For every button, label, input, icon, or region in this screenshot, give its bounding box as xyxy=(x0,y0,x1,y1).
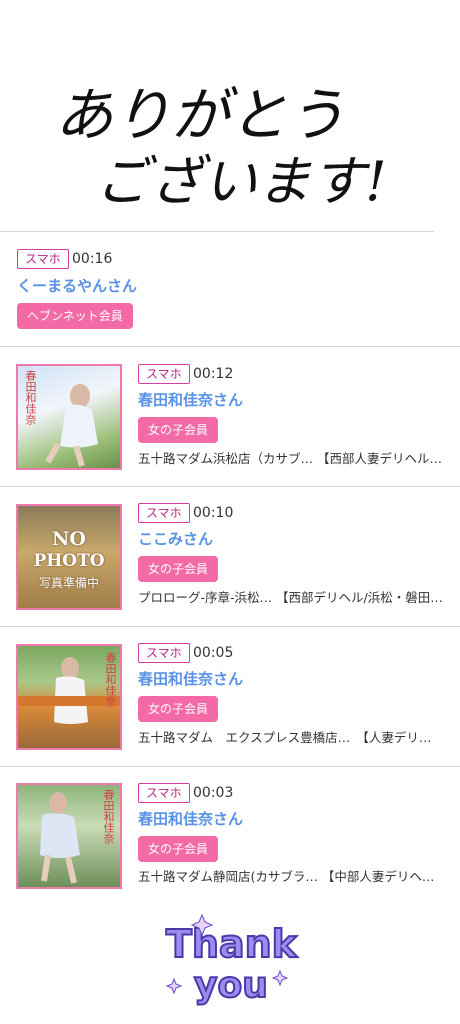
girl-thumbnail[interactable]: 春田和佳奈 xyxy=(16,364,122,470)
device-badge: スマホ xyxy=(138,643,190,663)
sparkle-icon xyxy=(165,977,183,995)
shop-name[interactable]: 五十路マダム浜松店（カサブ… 【西部人妻デリヘル… xyxy=(138,450,444,468)
shop-name[interactable]: 五十路マダム静岡店(カサブラ… 【中部人妻デリヘ… xyxy=(138,868,444,886)
banner-line-1: ありがとう xyxy=(55,81,345,149)
member-badge: 女の子会員 xyxy=(138,417,219,443)
timestamp: 00:03 xyxy=(193,785,234,801)
no-photo-line-3: 写真準備中 xyxy=(38,576,99,590)
visitor-name[interactable]: 春田和佳奈さん xyxy=(138,669,243,689)
timestamp: 00:10 xyxy=(193,505,234,521)
visitor-name[interactable]: くーまるやんさん xyxy=(17,276,137,296)
device-badge: スマホ xyxy=(138,503,190,523)
list-item[interactable]: スマホ 00:16 くーまるやんさん ヘブンネット会員 xyxy=(0,232,460,347)
timestamp: 00:05 xyxy=(193,645,234,661)
list-item[interactable]: 春田和佳奈 スマホ 00:12 春田和佳奈さん 女の子会員 五十路マダム浜松店（… xyxy=(0,347,460,487)
thumb-caption: 春田和佳奈 xyxy=(24,370,37,425)
member-badge: 女の子会員 xyxy=(138,696,219,722)
thumb-caption: 春田和佳奈 xyxy=(102,789,115,844)
girl-thumbnail[interactable]: 春田和佳奈 xyxy=(16,644,122,750)
list-item[interactable]: NO PHOTO 写真準備中 スマホ 00:10 ここみさん 女の子会員 プロロ… xyxy=(0,487,460,627)
device-badge: スマホ xyxy=(17,249,69,269)
thank-you-banner: ありがとう ございます! xyxy=(0,0,460,232)
timestamp: 00:16 xyxy=(72,251,113,267)
member-badge: 女の子会員 xyxy=(138,556,219,582)
visitor-name[interactable]: ここみさん xyxy=(138,529,213,549)
sparkle-icon xyxy=(271,969,289,987)
visitor-name[interactable]: 春田和佳奈さん xyxy=(138,809,243,829)
shop-name[interactable]: 五十路マダム エクスプレス豊橋店… 【人妻デリ… xyxy=(138,729,444,747)
visitor-name[interactable]: 春田和佳奈さん xyxy=(138,390,243,410)
list-item[interactable]: 春田和佳奈 スマホ 00:03 春田和佳奈さん 女の子会員 五十路マダム静岡店(… xyxy=(0,767,460,895)
member-badge: ヘブンネット会員 xyxy=(17,303,133,329)
you-text: you xyxy=(194,965,268,1006)
no-photo-line-2: PHOTO xyxy=(33,551,105,571)
no-photo-thumbnail[interactable]: NO PHOTO 写真準備中 xyxy=(16,504,122,610)
thank-you-graphic: Thank you xyxy=(165,913,299,1007)
thumb-caption: 春田和佳奈 xyxy=(104,652,117,707)
device-badge: スマホ xyxy=(138,364,190,384)
shop-name[interactable]: プロローグ-序章-浜松… 【西部デリヘル/浜松・磐田… xyxy=(138,589,444,607)
girl-thumbnail[interactable]: 春田和佳奈 xyxy=(16,783,122,889)
member-badge: 女の子会員 xyxy=(138,836,219,862)
timestamp: 00:12 xyxy=(193,366,234,382)
list-item[interactable]: 春田和佳奈 スマホ 00:05 春田和佳奈さん 女の子会員 五十路マダム エクス… xyxy=(0,627,460,767)
device-badge: スマホ xyxy=(138,783,190,803)
handwritten-title: ありがとう ございます! xyxy=(55,81,387,213)
thank-text: Thank xyxy=(166,922,298,966)
thank-you-sticker: Thank you xyxy=(0,895,460,1024)
no-photo-line-1: NO xyxy=(52,528,86,550)
banner-line-2: ございます! xyxy=(95,150,387,213)
